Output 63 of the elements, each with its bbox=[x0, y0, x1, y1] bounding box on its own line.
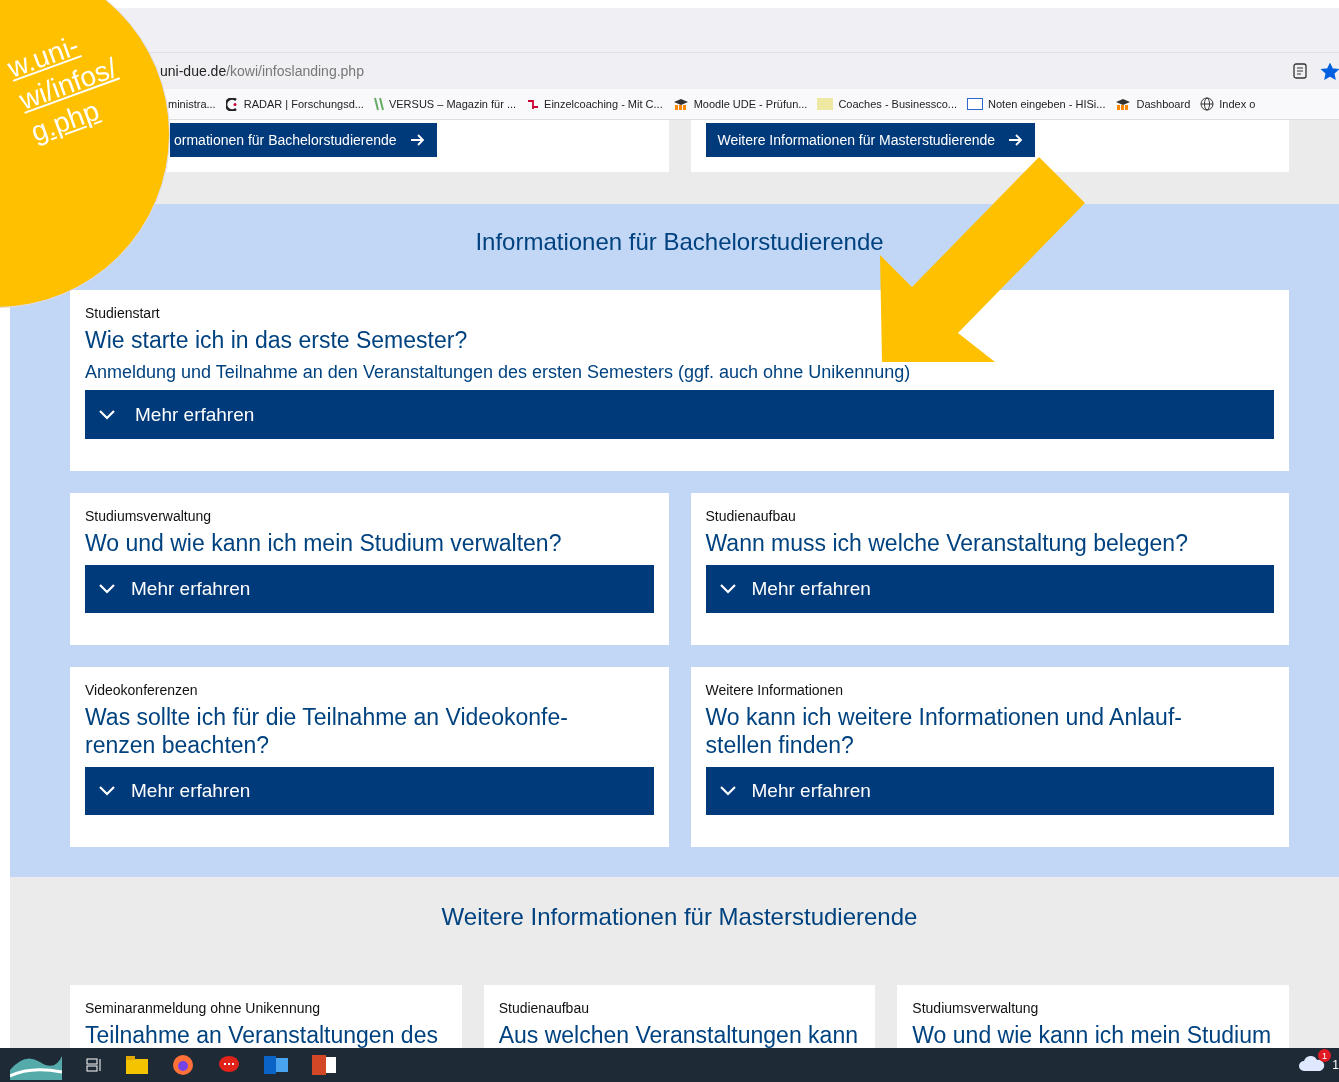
slides-icon[interactable] bbox=[312, 1055, 336, 1075]
card-title: Wie starte ich in das erste Semester? bbox=[85, 326, 469, 354]
crescent-icon bbox=[225, 97, 239, 111]
info-link-button[interactable]: ormationen für Bachelorstudierende bbox=[170, 123, 437, 157]
graduation-cap-icon bbox=[672, 98, 689, 110]
chat-icon[interactable] bbox=[218, 1055, 240, 1075]
graduation-cap-icon bbox=[1115, 98, 1132, 110]
chevron-down-icon bbox=[99, 584, 115, 594]
chevron-down-icon bbox=[99, 409, 115, 420]
card-title: Wo und wie kann ich mein Studium verwalten? bbox=[85, 529, 563, 557]
card-category: Weitere Informationen bbox=[705, 681, 844, 699]
card-category: Seminaranmeldung ohne Unikennung bbox=[85, 999, 322, 1017]
expand-button[interactable]: Mehr erfahren bbox=[85, 565, 654, 613]
globe-icon bbox=[1200, 97, 1215, 111]
bookmark-link[interactable]: Einzelcoaching - Mit C... bbox=[526, 97, 663, 111]
bookmark-link[interactable]: Index o bbox=[1200, 97, 1256, 111]
card-category: Studienaufbau bbox=[705, 507, 797, 525]
expand-button[interactable]: Mehr erfahren bbox=[85, 767, 654, 815]
section-heading: Informationen für Bachelorstudierende bbox=[474, 227, 885, 257]
mail-icon[interactable] bbox=[264, 1055, 288, 1075]
card-category: Videokonferenzen bbox=[85, 681, 199, 699]
bookmark-link[interactable]: VERSUS – Magazin für ... bbox=[373, 97, 517, 111]
bookmark-link[interactable]: Coaches - Businessco... bbox=[817, 98, 958, 110]
notification-badge: 1 bbox=[1318, 1049, 1331, 1062]
browser-icon[interactable] bbox=[172, 1054, 194, 1076]
card-title: Aus welchen Veranstaltungen kann bbox=[498, 1021, 859, 1048]
bookmark-link[interactable]: ministra... bbox=[168, 98, 216, 110]
star-icon[interactable] bbox=[1321, 62, 1339, 80]
card-title: Teilnahme an Veranstaltungen des bbox=[85, 1021, 439, 1048]
folder-icon[interactable] bbox=[126, 1056, 148, 1074]
arrow-right-icon bbox=[410, 134, 425, 146]
bookmark-link[interactable]: Noten eingeben - HISi... bbox=[967, 98, 1106, 110]
info-link-button[interactable]: Weitere Informationen für Masterstudierende bbox=[705, 123, 1036, 157]
task-view-icon[interactable] bbox=[86, 1058, 102, 1072]
card-category: Studiumsverwaltung bbox=[912, 999, 1040, 1017]
card-title: Wo kann ich weitere Informationen und Anlauf- stellen finden? bbox=[705, 703, 1183, 759]
logo-icon bbox=[526, 97, 540, 111]
chevron-down-icon bbox=[719, 584, 736, 594]
address-host[interactable]: uni-due.de bbox=[160, 63, 227, 79]
card-title: Was sollte ich für die Teilnahme an Videokonfe- renzen beachten? bbox=[85, 703, 569, 759]
bookmark-link[interactable]: Dashboard bbox=[1115, 98, 1191, 110]
card-subtitle: Anmeldung und Teilnahme an den Veranstaltungen des ersten Semesters (ggf. auch ohne Unikennung) bbox=[85, 361, 912, 384]
expand-button[interactable]: Mehr erfahren bbox=[705, 565, 1274, 613]
arrow-right-icon bbox=[1009, 134, 1024, 146]
card-title: Wo und wie kann ich mein Studium bbox=[912, 1021, 1273, 1048]
bookmark-link[interactable]: Moodle UDE - Prüfun... bbox=[672, 98, 808, 110]
address-path[interactable]: /kowi/infoslanding.php bbox=[226, 63, 364, 79]
reader-view-icon[interactable] bbox=[1293, 63, 1307, 79]
clock-text: 1 bbox=[1332, 1058, 1339, 1072]
card-category: Studienaufbau bbox=[498, 999, 590, 1017]
card-category: Studiumsverwaltung bbox=[85, 507, 213, 525]
expand-button[interactable]: Mehr erfahren bbox=[85, 390, 1274, 439]
expand-button[interactable]: Mehr erfahren bbox=[705, 767, 1274, 815]
card-title: Wann muss ich welche Veranstaltung belegen? bbox=[705, 529, 1189, 557]
bookmark-link[interactable]: RADAR | Forschungsd... bbox=[225, 97, 364, 111]
logo-icon bbox=[967, 98, 984, 110]
chevron-down-icon bbox=[99, 786, 115, 796]
section-heading: Weitere Informationen für Masterstudierende bbox=[440, 902, 919, 932]
chevron-down-icon bbox=[719, 786, 736, 796]
card-category: Studienstart bbox=[85, 304, 161, 322]
leaf-icon bbox=[373, 97, 384, 111]
cloud-icon[interactable] bbox=[1299, 1055, 1325, 1071]
logo-icon bbox=[817, 98, 834, 110]
